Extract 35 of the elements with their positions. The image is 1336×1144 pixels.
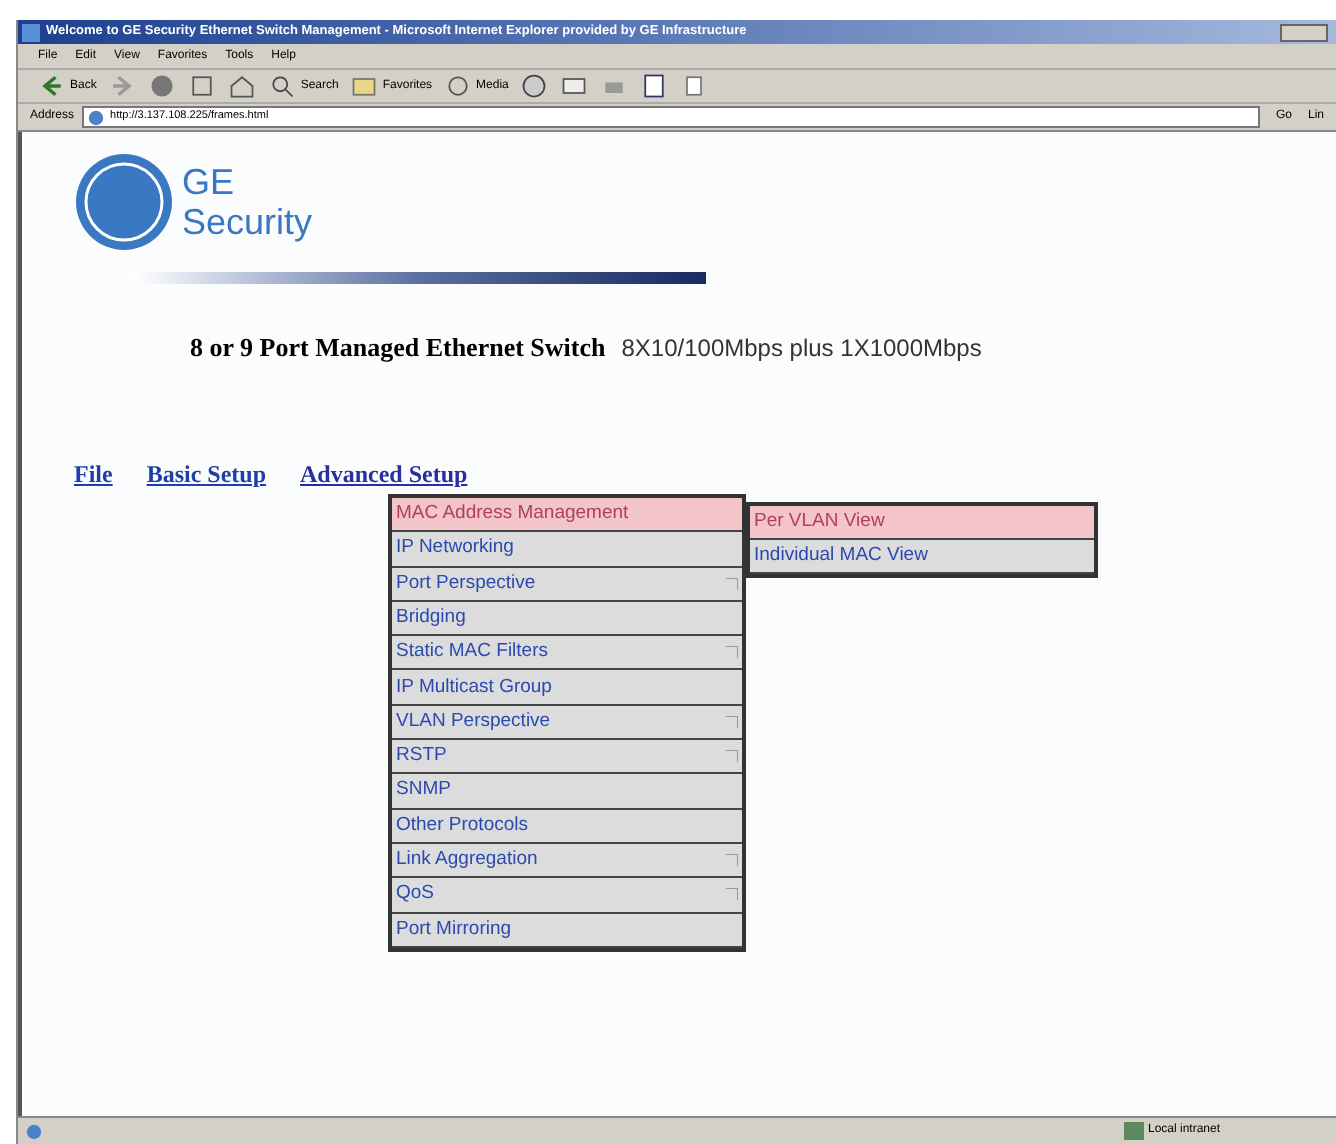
nav-link[interactable]: Basic Setup [146, 455, 267, 491]
intranet-icon [1124, 1122, 1144, 1140]
menu-option[interactable]: IP Networking [392, 532, 742, 568]
page-icon [26, 1123, 42, 1139]
window-controls[interactable] [1280, 23, 1328, 41]
menu-option[interactable]: Per VLAN View [750, 506, 1094, 540]
menu-option[interactable]: Static MAC Filters [392, 636, 742, 671]
menu-option[interactable]: Individual MAC View [750, 540, 1094, 574]
home-icon [228, 72, 257, 100]
menu-option[interactable]: SNMP [392, 774, 742, 810]
nav-link[interactable]: Advanced Setup [300, 455, 468, 491]
product-title: 8 or 9 Port Managed Ethernet Switch [190, 330, 606, 366]
menu-option[interactable]: IP Multicast Group [392, 670, 742, 706]
arrow-right-icon [108, 72, 137, 100]
product-subtitle: 8X10/100Mbps plus 1X1000Mbps [621, 332, 982, 366]
logo-icon [74, 152, 174, 252]
nav-link[interactable]: File [74, 455, 113, 491]
menu-option[interactable]: VLAN Perspective [392, 705, 742, 741]
menu-option[interactable]: QoS [392, 878, 742, 914]
menu-option[interactable]: Port Mirroring [392, 913, 742, 948]
menu-option[interactable]: MAC Address Management [392, 498, 742, 533]
logo-text: GE [182, 162, 237, 202]
arrow-left-icon [38, 72, 66, 100]
menu-option[interactable]: RSTP [392, 740, 742, 775]
menu-option[interactable]: Link Aggregation [392, 843, 742, 879]
menu-option[interactable]: Other Protocols [392, 809, 742, 844]
menu-option[interactable]: Bridging [392, 601, 742, 637]
folder-icon [350, 72, 379, 100]
menu-option[interactable]: Port Perspective [392, 567, 742, 602]
search-icon [268, 72, 297, 100]
browser-icon [22, 23, 40, 41]
page-icon [88, 109, 105, 125]
stop-icon [148, 72, 177, 100]
logo-text: Security [182, 202, 313, 242]
media-icon [444, 72, 473, 100]
